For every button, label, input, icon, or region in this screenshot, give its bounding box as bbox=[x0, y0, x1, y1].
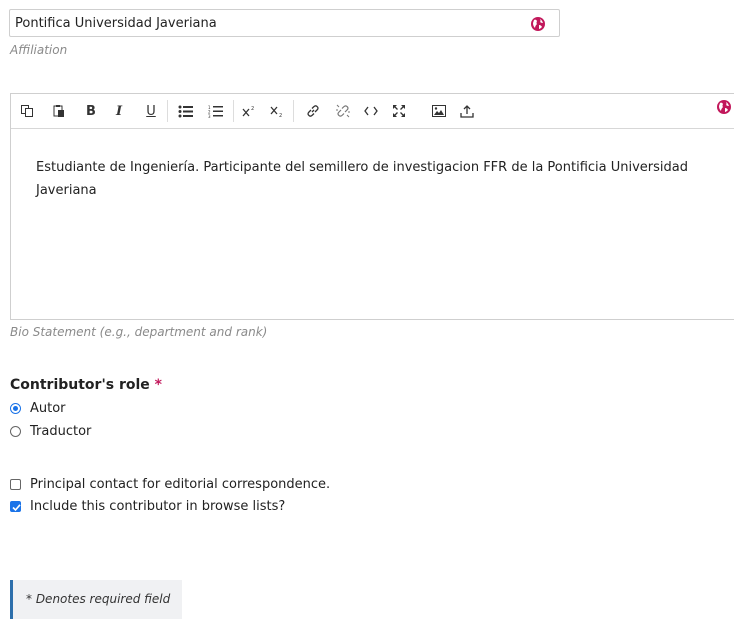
italic-icon[interactable]: I bbox=[109, 101, 129, 121]
bold-icon[interactable]: B bbox=[81, 101, 101, 121]
link-icon[interactable] bbox=[303, 101, 323, 121]
numbered-list-icon[interactable]: 123 bbox=[205, 101, 225, 121]
browse-lists-checkbox[interactable] bbox=[10, 501, 21, 512]
code-icon[interactable] bbox=[361, 101, 381, 121]
toolbar-divider bbox=[167, 100, 168, 122]
bullet-list-icon[interactable] bbox=[175, 101, 195, 121]
role-option-label: Traductor bbox=[30, 424, 92, 439]
fullscreen-icon[interactable] bbox=[389, 101, 409, 121]
role-option-label: Autor bbox=[30, 401, 66, 416]
unlink-icon[interactable] bbox=[333, 101, 353, 121]
toolbar-divider bbox=[293, 100, 294, 122]
superscript-icon[interactable]: 2 bbox=[239, 101, 259, 121]
bio-editor[interactable]: B I U 123 2 2 Estudiante de Ingeniería. … bbox=[10, 93, 734, 320]
underline-icon[interactable]: U bbox=[141, 101, 161, 121]
required-note: * Denotes required field bbox=[10, 580, 182, 619]
principal-contact-option[interactable]: Principal contact for editorial correspo… bbox=[10, 477, 330, 492]
paste-icon[interactable] bbox=[49, 101, 69, 121]
toolbar-divider bbox=[233, 100, 234, 122]
affiliation-value: Pontifica Universidad Javeriana bbox=[15, 16, 217, 31]
svg-text:2: 2 bbox=[251, 106, 254, 112]
globe-icon[interactable] bbox=[717, 100, 731, 114]
copy-icon[interactable] bbox=[17, 101, 37, 121]
bio-content[interactable]: Estudiante de Ingeniería. Participante d… bbox=[36, 156, 706, 202]
affiliation-input[interactable]: Pontifica Universidad Javeriana bbox=[9, 9, 560, 37]
affiliation-label: Affiliation bbox=[10, 43, 68, 57]
role-option-traductor[interactable]: Traductor bbox=[10, 424, 91, 439]
browse-lists-option[interactable]: Include this contributor in browse lists… bbox=[10, 499, 285, 514]
editor-toolbar: B I U 123 2 2 bbox=[11, 94, 734, 129]
bio-label: Bio Statement (e.g., department and rank… bbox=[10, 325, 268, 339]
principal-contact-checkbox[interactable] bbox=[10, 479, 21, 490]
role-title: Contributor's role * bbox=[10, 377, 162, 393]
checkbox-label: Principal contact for editorial correspo… bbox=[30, 477, 331, 492]
globe-icon[interactable] bbox=[531, 17, 545, 31]
checkbox-label: Include this contributor in browse lists… bbox=[30, 499, 286, 514]
radio-autor[interactable] bbox=[10, 403, 21, 414]
svg-text:2: 2 bbox=[279, 113, 282, 118]
required-mark: * bbox=[154, 377, 162, 393]
role-option-autor[interactable]: Autor bbox=[10, 401, 66, 416]
radio-traductor[interactable] bbox=[10, 426, 21, 437]
required-note-text: * Denotes required field bbox=[26, 592, 171, 606]
subscript-icon[interactable]: 2 bbox=[267, 101, 287, 121]
upload-icon[interactable] bbox=[457, 101, 477, 121]
image-icon[interactable] bbox=[429, 101, 449, 121]
role-title-text: Contributor's role bbox=[10, 377, 150, 393]
svg-text:3: 3 bbox=[208, 114, 211, 118]
